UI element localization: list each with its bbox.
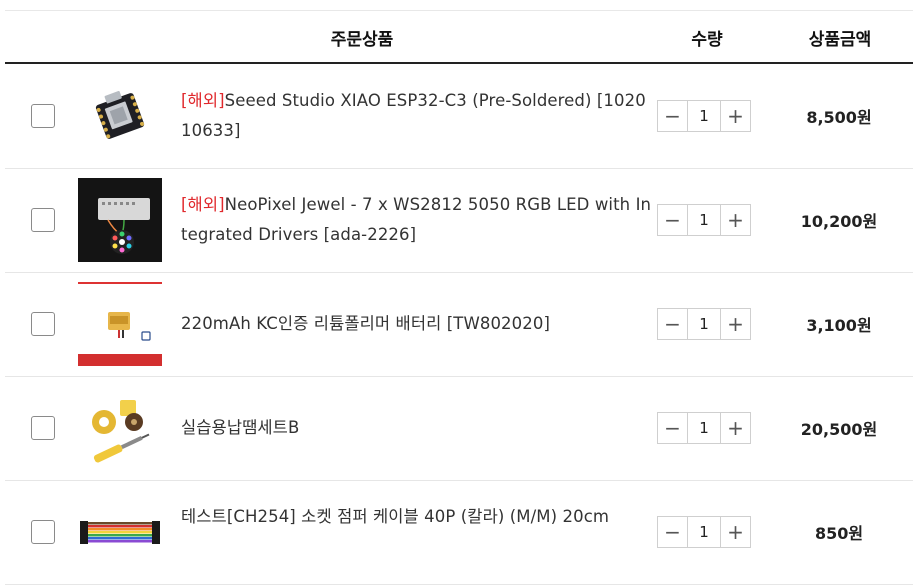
increase-button[interactable]: + [721, 517, 750, 547]
product-name[interactable]: [해외]Seeed Studio XIAO ESP32-C3 (Pre-Sold… [181, 86, 655, 146]
increase-button[interactable]: + [721, 205, 750, 235]
product-name[interactable]: 220mAh KC인증 리튬폴리머 배터리 [TW802020] [181, 309, 655, 339]
product-thumbnail[interactable] [78, 74, 162, 158]
minus-icon: − [664, 208, 681, 232]
increase-button[interactable]: + [721, 101, 750, 131]
table-row: [해외]Seeed Studio XIAO ESP32-C3 (Pre-Sold… [5, 64, 913, 169]
row-checkbox[interactable] [31, 416, 55, 440]
header-product: 주문상품 [330, 30, 394, 50]
quantity-value[interactable]: 1 [687, 205, 721, 235]
table-row: 테스트[CH254] 소켓 점퍼 케이블 40P (칼라) (M/M) 20cm… [5, 480, 913, 585]
row-checkbox[interactable] [31, 104, 55, 128]
item-price: 3,100원 [806, 316, 872, 335]
quantity-value[interactable]: 1 [687, 517, 721, 547]
decrease-button[interactable]: − [658, 205, 687, 235]
product-name[interactable]: [해외]NeoPixel Jewel - 7 x WS2812 5050 RGB… [181, 190, 655, 250]
quantity-value[interactable]: 1 [687, 101, 721, 131]
plus-icon: + [727, 520, 744, 544]
overseas-tag: [해외] [181, 91, 225, 110]
product-thumbnail[interactable] [78, 386, 162, 470]
plus-icon: + [727, 104, 744, 128]
product-name[interactable]: 테스트[CH254] 소켓 점퍼 케이블 40P (칼라) (M/M) 20cm [181, 502, 655, 532]
row-checkbox[interactable] [31, 520, 55, 544]
neopixel-image [78, 178, 162, 262]
decrease-button[interactable]: − [658, 413, 687, 443]
row-checkbox[interactable] [31, 312, 55, 336]
jumper-cable-image [78, 490, 162, 574]
product-thumbnail[interactable] [78, 178, 162, 262]
increase-button[interactable]: + [721, 413, 750, 443]
table-row: 220mAh KC인증 리튬폴리머 배터리 [TW802020] − 1 + 3… [5, 272, 913, 377]
overseas-tag: [해외] [181, 195, 225, 214]
increase-button[interactable]: + [721, 309, 750, 339]
header-quantity: 수량 [691, 30, 723, 50]
minus-icon: − [664, 416, 681, 440]
table-row: [해외]NeoPixel Jewel - 7 x WS2812 5050 RGB… [5, 168, 913, 273]
product-thumbnail[interactable] [78, 490, 162, 574]
quantity-stepper: − 1 + [657, 204, 751, 236]
quantity-value[interactable]: 1 [687, 413, 721, 443]
plus-icon: + [727, 208, 744, 232]
quantity-stepper: − 1 + [657, 412, 751, 444]
item-price: 8,500원 [806, 108, 872, 127]
row-checkbox[interactable] [31, 208, 55, 232]
item-price: 20,500원 [800, 420, 878, 439]
product-name[interactable]: 실습용납땜세트B [181, 413, 655, 443]
quantity-stepper: − 1 + [657, 516, 751, 548]
quantity-value[interactable]: 1 [687, 309, 721, 339]
item-price: 850원 [814, 524, 864, 543]
decrease-button[interactable]: − [658, 517, 687, 547]
minus-icon: − [664, 520, 681, 544]
quantity-stepper: − 1 + [657, 308, 751, 340]
plus-icon: + [727, 416, 744, 440]
decrease-button[interactable]: − [658, 309, 687, 339]
product-thumbnail[interactable] [78, 282, 162, 366]
esp32-board-image [78, 74, 162, 158]
battery-image [78, 282, 162, 366]
plus-icon: + [727, 312, 744, 336]
minus-icon: − [664, 312, 681, 336]
item-price: 10,200원 [800, 212, 878, 231]
minus-icon: − [664, 104, 681, 128]
header-price: 상품금액 [808, 30, 872, 50]
table-row: 실습용납땜세트B − 1 + 20,500원 [5, 376, 913, 481]
decrease-button[interactable]: − [658, 101, 687, 131]
quantity-stepper: − 1 + [657, 100, 751, 132]
soldering-kit-image [78, 386, 162, 470]
table-header: 주문상품 수량 상품금액 [5, 11, 913, 62]
